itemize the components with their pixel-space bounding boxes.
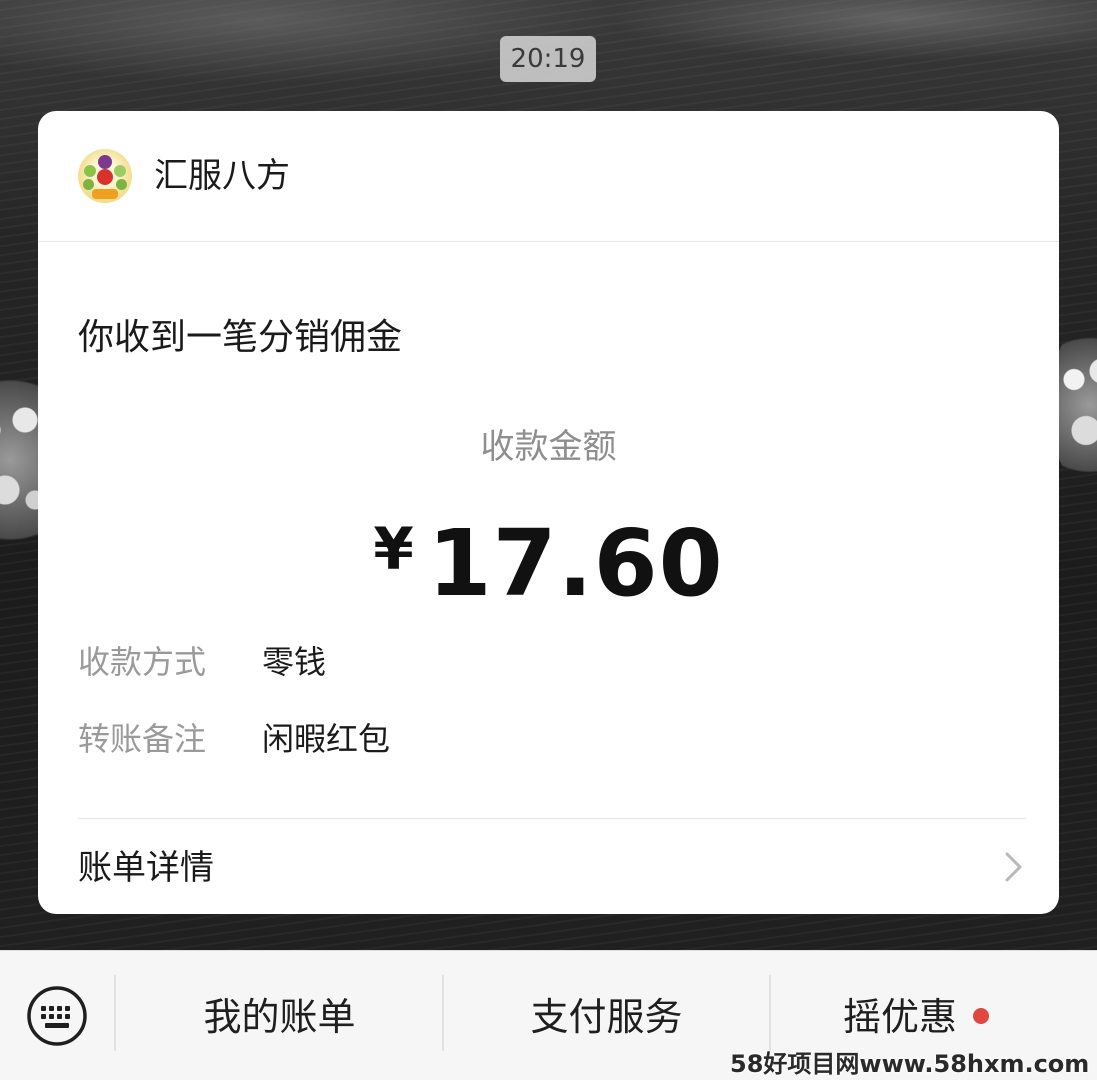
payment-method-label: 收款方式 xyxy=(78,643,207,681)
amount-display: ¥17.60 xyxy=(38,509,1059,619)
transfer-note-value: 闲暇红包 xyxy=(262,720,391,758)
merchant-name[interactable]: 汇服八方 xyxy=(154,151,290,201)
amount-value: 17.60 xyxy=(427,510,724,617)
transfer-note-label: 转账备注 xyxy=(78,720,207,758)
message-timestamp: 20:19 xyxy=(500,36,596,82)
menu-shake-discounts-label: 摇优惠 xyxy=(842,995,957,1039)
menu-my-bills[interactable]: 我的账单 xyxy=(117,989,442,1045)
notification-title: 你收到一笔分销佣金 xyxy=(78,317,403,358)
site-watermark: 58好项目网www.58hxm.com xyxy=(730,1050,1090,1078)
merchant-avatar-icon[interactable] xyxy=(78,149,132,203)
bill-details-label[interactable]: 账单详情 xyxy=(78,843,214,893)
currency-symbol: ¥ xyxy=(373,515,414,583)
chevron-right-icon[interactable] xyxy=(998,849,1028,885)
menu-shake-discounts[interactable]: 摇优惠 xyxy=(771,989,1061,1045)
amount-label: 收款金额 xyxy=(480,427,617,467)
payment-notification-card[interactable]: 汇服八方 你收到一笔分销佣金 收款金额 ¥17.60 收款方式 零钱 转账备注 … xyxy=(38,111,1059,914)
bill-details-row[interactable]: 账单详情 xyxy=(38,819,1059,914)
card-header[interactable]: 汇服八方 xyxy=(38,111,1059,242)
notification-dot-badge xyxy=(973,1008,989,1024)
menu-separator xyxy=(114,975,116,1051)
keyboard-icon[interactable] xyxy=(25,984,89,1048)
menu-payment-services[interactable]: 支付服务 xyxy=(444,989,769,1045)
payment-method-value: 零钱 xyxy=(262,643,327,681)
